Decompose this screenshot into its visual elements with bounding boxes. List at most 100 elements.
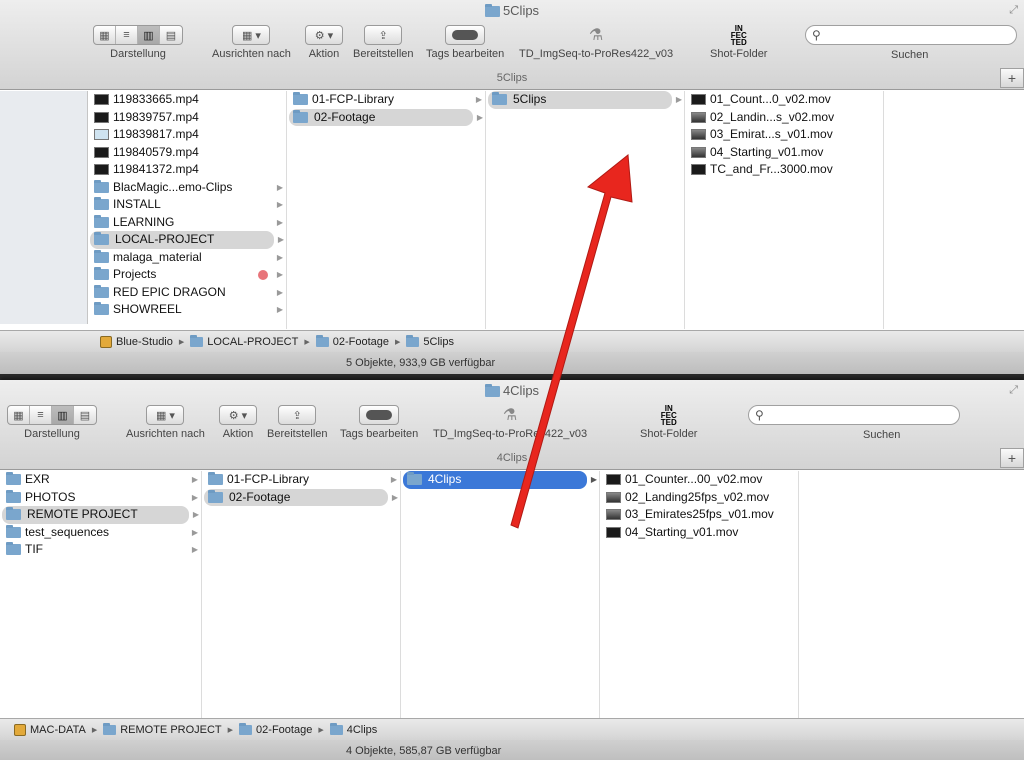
arrange-button[interactable]: ▦ ▾ [232,25,271,45]
list-item[interactable]: LEARNING ▶ [88,214,286,232]
list-item[interactable]: 119841372.mp4 [88,161,286,179]
column-view-icon[interactable]: ▥ [138,26,160,44]
tags-label: Tags bearbeiten [340,428,419,440]
video-file-icon [94,94,109,105]
video-file-icon [606,526,621,538]
tags-button[interactable] [359,405,400,425]
list-item-selected[interactable]: 5Clips ▶ [488,91,682,109]
share-button[interactable]: ⇪ [364,25,403,45]
script-group[interactable]: ⚗ TD_ImgSeq-to-ProRes422_v03 [519,25,673,60]
list-item[interactable]: 02_Landin...s_v02.mov [685,109,883,127]
list-item[interactable]: PHOTOS ▶ [0,489,201,507]
action-button[interactable]: ⚙ ▾ [305,25,343,45]
share-button[interactable]: ⇪ [278,405,317,425]
list-item[interactable]: SHOWREEL ▶ [88,301,286,319]
search-input[interactable]: ⚲ [805,25,1017,45]
list-item[interactable]: TC_and_Fr...3000.mov [685,161,883,179]
path-item[interactable]: 5Clips [423,336,454,348]
folder-icon [492,92,507,105]
list-item[interactable]: 119839757.mp4 [88,109,286,127]
script-label: TD_ImgSeq-to-ProRes422_v03 [433,428,588,440]
path-item[interactable]: MAC-DATA [30,724,86,736]
list-item[interactable]: RED EPIC DRAGON ▶ [88,284,286,302]
folder-icon [329,722,343,735]
list-item[interactable]: 03_Emirates25fps_v01.mov [600,506,798,524]
list-item-selected[interactable]: 02-Footage ▶ [289,108,483,126]
list-item[interactable]: 119839817.mp4 [88,126,286,144]
chevron-down-icon: ▾ [255,29,261,42]
icon-view-icon[interactable]: ▦ [8,406,30,424]
path-item[interactable]: REMOTE PROJECT [120,724,221,736]
arrange-icon: ▦ [241,29,253,42]
list-item[interactable]: TIF ▶ [0,541,201,559]
folder-icon [94,267,109,280]
list-item[interactable]: 01_Counter...00_v02.mov [600,471,798,489]
tags-label: Tags bearbeiten [426,48,505,60]
list-item[interactable]: 04_Starting_v01.mov [685,144,883,162]
column-3: 4Clips ▶ [401,471,600,719]
folder-icon [94,179,109,193]
tags-button[interactable] [445,25,486,45]
path-item[interactable]: 02-Footage [256,724,312,736]
share-label: Bereitstellen [353,48,414,60]
disclosure-arrow-icon: ▶ [276,287,283,297]
list-view-icon[interactable]: ≡ [30,406,52,424]
list-item[interactable]: INSTALL ▶ [88,196,286,214]
list-item-selected[interactable]: REMOTE PROJECT ▶ [2,506,199,524]
list-item[interactable]: malaga_material ▶ [88,249,286,267]
folder-icon [484,384,500,397]
list-item[interactable]: BlacMagic...emo-Clips ▶ [88,179,286,197]
list-item[interactable]: 01_Count...0_v02.mov [685,91,883,109]
arrange-button[interactable]: ▦ ▾ [146,405,185,425]
list-item[interactable]: test_sequences ▶ [0,524,201,542]
list-item[interactable]: 119833665.mp4 [88,91,286,109]
list-item[interactable]: EXR ▶ [0,471,201,489]
add-tab-button[interactable]: + [1000,448,1024,468]
shot-folder-group[interactable]: IN FEC TED Shot-Folder [710,25,767,61]
action-button[interactable]: ⚙ ▾ [219,405,257,425]
folder-icon [6,524,21,538]
list-item-selected[interactable]: LOCAL-PROJECT ▶ [90,231,284,249]
list-item[interactable]: Projects ▶ [88,266,286,284]
toolbar: 4Clips ⤢ ▦ ≡ ▥ ▤ Darstellung ▦ ▾ Ausrichten … [0,380,1024,470]
shot-folder-group[interactable]: IN FEC TED Shot-Folder [640,405,697,441]
script-group[interactable]: ⚗ TD_ImgSeq-to-ProRes422_v03 [433,405,587,440]
search-label: Suchen [891,49,929,61]
automator-icon: ⚗ [588,27,604,44]
disclosure-arrow-icon: ▶ [276,200,283,209]
view-switcher[interactable]: ▦ ≡ ▥ ▤ [93,25,183,45]
search-label: Suchen [863,429,901,441]
path-item[interactable]: 02-Footage [333,336,389,348]
video-file-icon [606,509,621,520]
arrange-group: ▦ ▾ Ausrichten nach [212,25,291,60]
path-item[interactable]: 4Clips [347,724,378,736]
list-item[interactable]: 01-FCP-Library ▶ [287,91,485,109]
icon-view-icon[interactable]: ▦ [94,26,116,44]
path-item[interactable]: Blue-Studio [116,336,173,348]
tag-icon [366,410,393,420]
share-label: Bereitstellen [267,428,328,440]
fullscreen-icon[interactable]: ⤢ [1009,384,1018,397]
list-view-icon[interactable]: ≡ [116,26,138,44]
list-item[interactable]: 01-FCP-Library ▶ [202,471,400,489]
coverflow-view-icon[interactable]: ▤ [160,26,182,44]
list-item[interactable]: 03_Emirat...s_v01.mov [685,126,883,144]
arrange-label: Ausrichten nach [212,48,291,60]
add-tab-button[interactable]: + [1000,68,1024,88]
search-input[interactable]: ⚲ [748,405,960,425]
list-item-selected[interactable]: 4Clips ▶ [403,471,597,489]
fullscreen-icon[interactable]: ⤢ [1009,4,1018,17]
view-switcher[interactable]: ▦ ≡ ▥ ▤ [7,405,97,425]
coverflow-view-icon[interactable]: ▤ [74,406,96,424]
path-item[interactable]: LOCAL-PROJECT [207,336,298,348]
list-item[interactable]: 04_Starting_v01.mov [600,524,798,542]
column-view-icon[interactable]: ▥ [52,406,74,424]
list-item[interactable]: 119840579.mp4 [88,144,286,162]
action-label: Aktion [222,428,254,440]
disclosure-arrow-icon: ▶ [191,545,198,554]
list-item[interactable]: 02_Landing25fps_v02.mov [600,489,798,507]
list-item-selected[interactable]: 02-Footage ▶ [204,488,398,506]
path-bar: Blue-Studio ▶ LOCAL-PROJECT ▶ 02-Footage ▶… [0,330,1024,352]
hard-disk-icon [100,335,112,348]
disclosure-arrow-icon: ▶ [675,95,682,104]
